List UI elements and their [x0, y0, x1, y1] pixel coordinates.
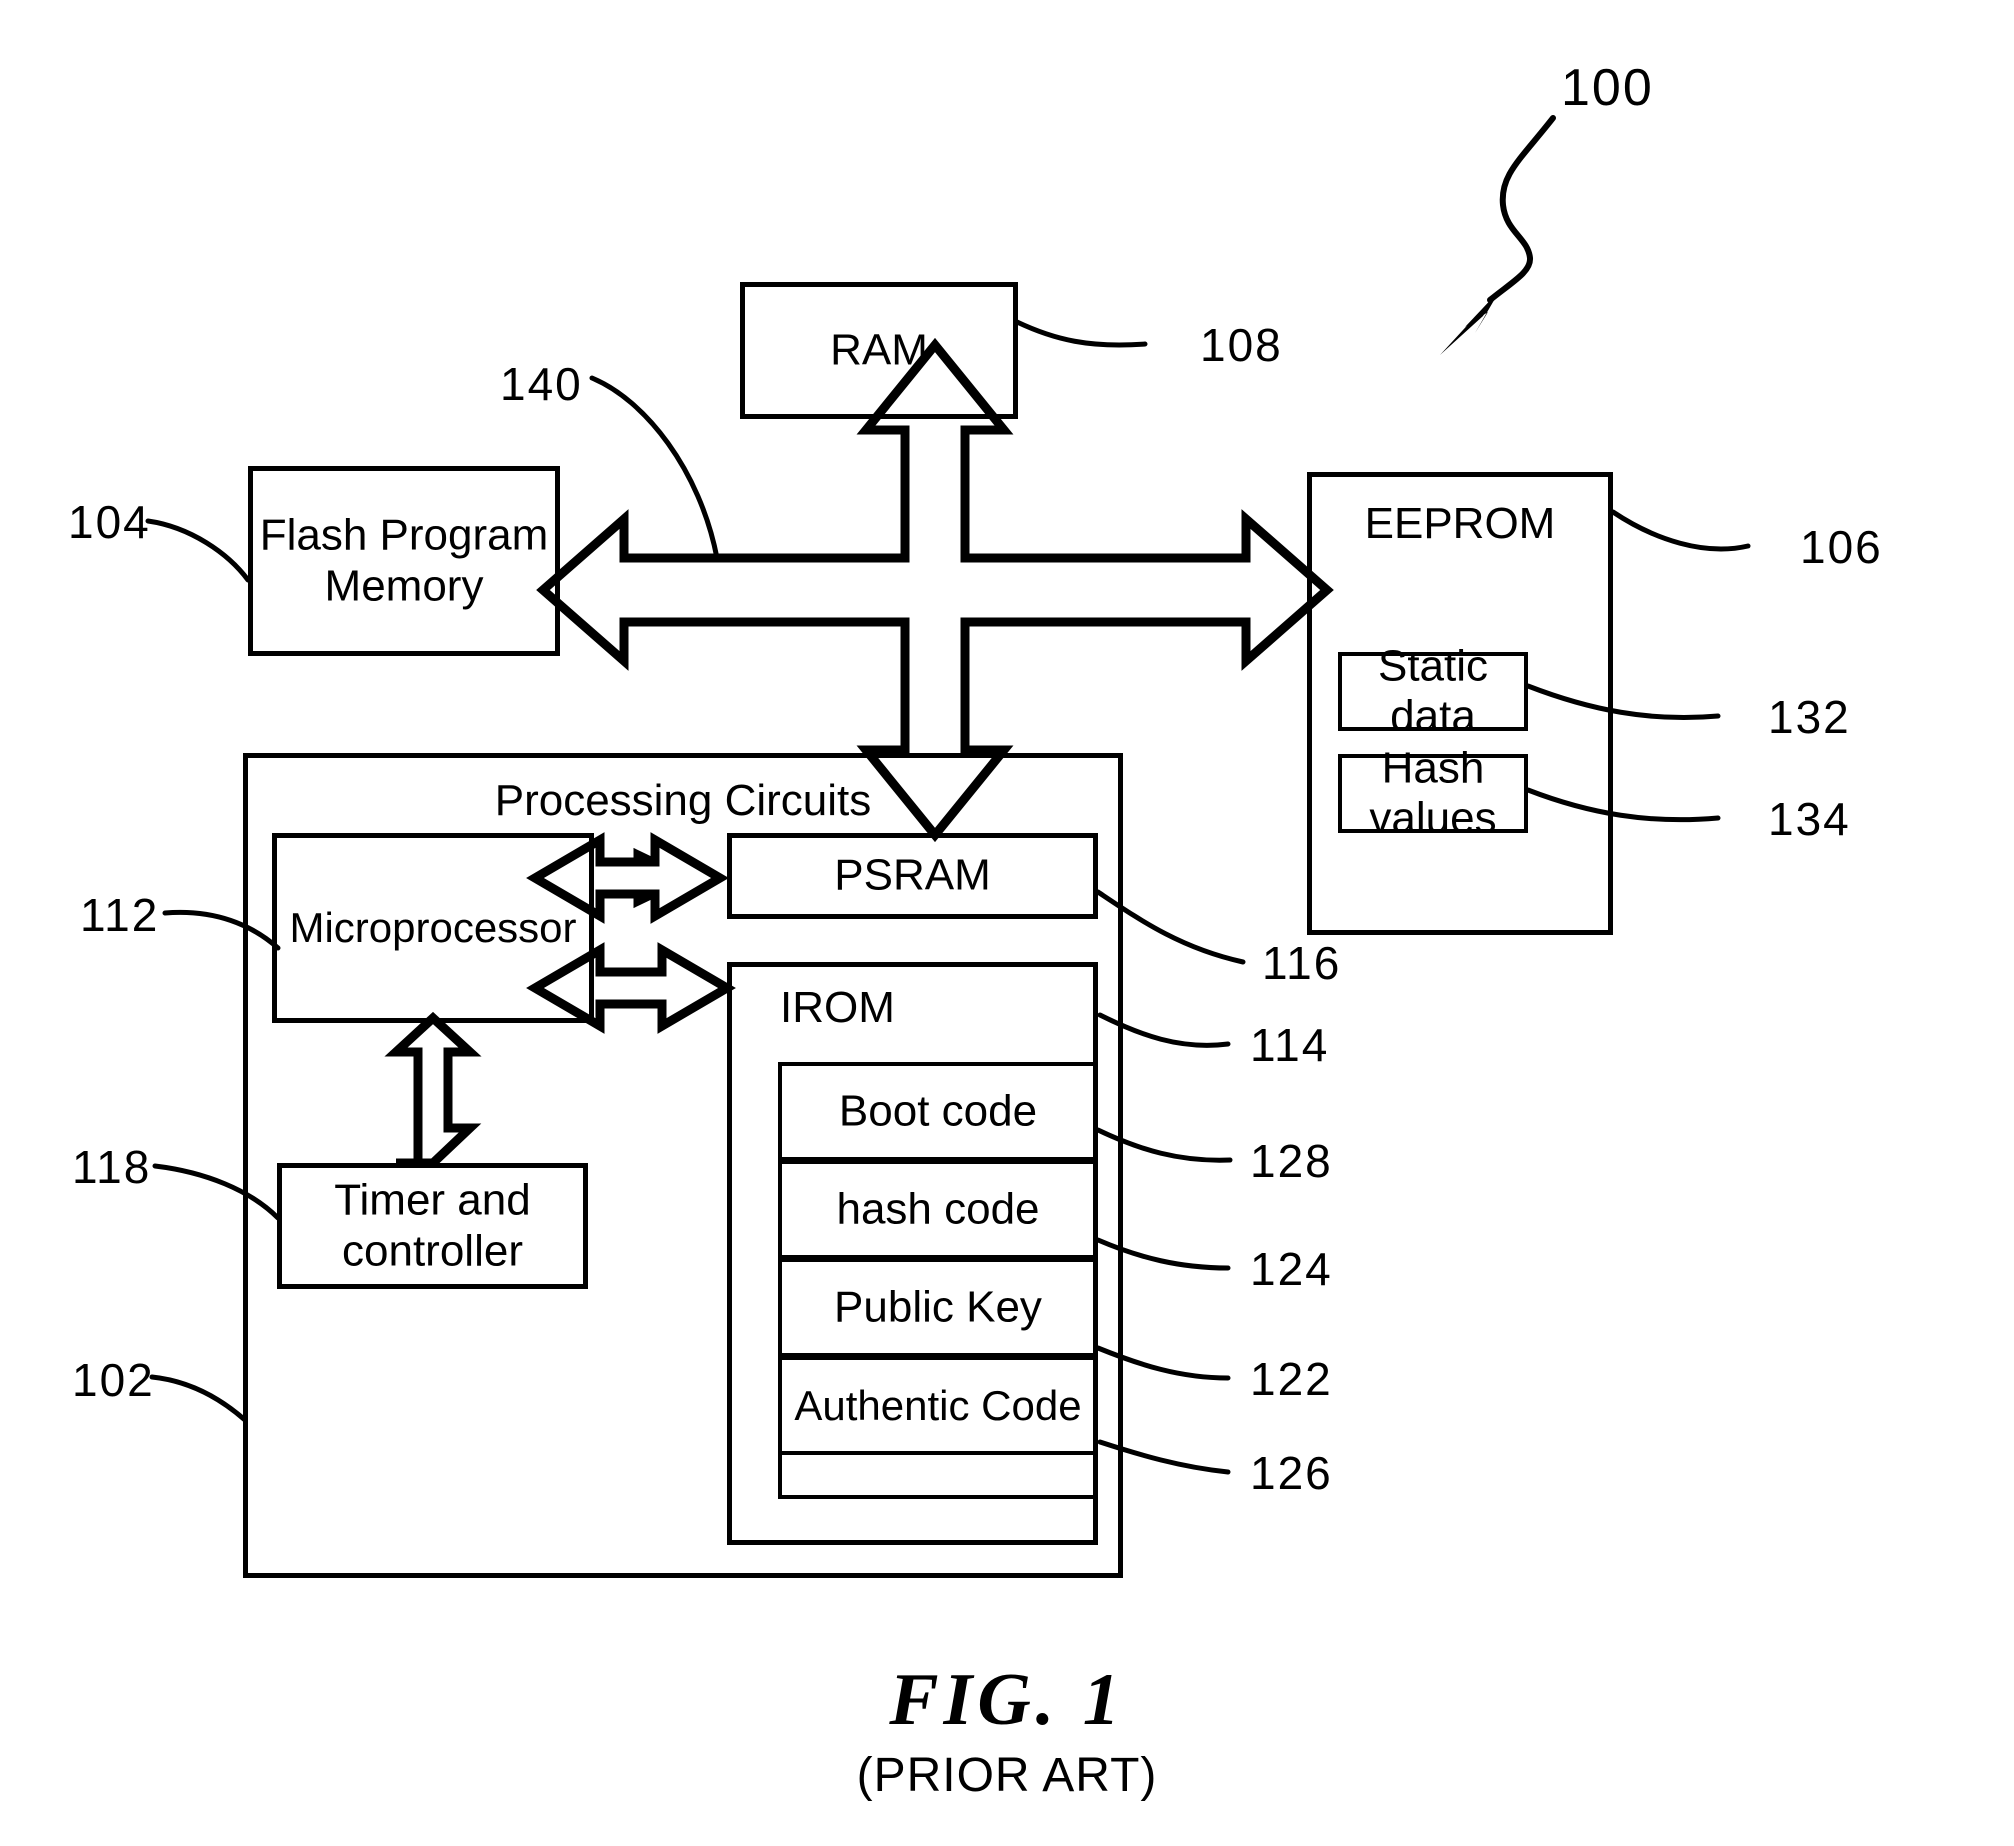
- block-timer-label-line2: controller: [342, 1226, 523, 1275]
- leader-100: [1487, 115, 1556, 303]
- block-flash-program-memory[interactable]: Flash Program Memory: [248, 466, 560, 656]
- leader-102: [149, 1374, 248, 1423]
- block-authentic-code[interactable]: Authentic Code: [778, 1356, 1098, 1455]
- block-authentic-code-label: Authentic Code: [794, 1381, 1082, 1429]
- ref-106: 106: [1800, 521, 1883, 573]
- ref-108: 108: [1200, 319, 1283, 371]
- leader-108: [1014, 319, 1148, 348]
- block-microprocessor-label: Microprocessor: [289, 903, 577, 951]
- figure-title: FIG. 1: [889, 1659, 1125, 1741]
- ref-122: 122: [1250, 1353, 1333, 1405]
- block-static-data[interactable]: Static data: [1338, 641, 1528, 741]
- ref-124: 124: [1250, 1243, 1333, 1295]
- block-microprocessor[interactable]: Microprocessor: [272, 833, 594, 1023]
- block-timer-and-controller[interactable]: Timer and controller: [277, 1163, 588, 1289]
- ref-116: 116: [1262, 937, 1342, 989]
- ref-100: 100: [1561, 59, 1654, 117]
- block-psram-label: PSRAM: [834, 850, 991, 900]
- block-public-key[interactable]: Public Key: [778, 1258, 1098, 1357]
- block-hash-code-label: hash code: [836, 1184, 1040, 1234]
- ref-114: 114: [1250, 1019, 1330, 1071]
- block-psram[interactable]: PSRAM: [727, 833, 1098, 919]
- block-flash-label: Flash Program Memory: [253, 510, 555, 611]
- block-boot-code[interactable]: Boot code: [778, 1062, 1098, 1161]
- ref-126: 126: [1250, 1447, 1333, 1499]
- block-timer-label: Timer and controller: [282, 1175, 583, 1276]
- leader-104: [145, 518, 251, 583]
- block-eeprom-label: EEPROM: [1364, 499, 1556, 548]
- ref-132: 132: [1768, 691, 1851, 743]
- block-static-data-label: Static data: [1377, 640, 1489, 741]
- block-ram[interactable]: RAM: [740, 282, 1018, 419]
- block-timer-label-line1: Timer and: [334, 1175, 531, 1225]
- block-hash-values-label: Hash values: [1369, 742, 1497, 843]
- figure-subtitle: (PRIOR ART): [856, 1749, 1158, 1802]
- block-ram-label: RAM: [830, 325, 928, 375]
- block-processing-circuits-label: Processing Circuits: [494, 776, 872, 825]
- patent-figure-page: RAM Flash Program Memory EEPROM Static d…: [0, 0, 2014, 1846]
- ref-134: 134: [1768, 793, 1851, 845]
- block-hash-code[interactable]: hash code: [778, 1160, 1098, 1259]
- block-flash-label-line1: Flash Program: [259, 510, 549, 560]
- ref-140: 140: [500, 358, 583, 410]
- ref-118: 118: [72, 1141, 152, 1193]
- block-flash-label-line2: Memory: [324, 561, 484, 610]
- ref-104: 104: [68, 496, 151, 548]
- block-public-key-label: Public Key: [834, 1282, 1042, 1332]
- ref-102: 102: [72, 1354, 155, 1406]
- block-boot-code-label: Boot code: [838, 1086, 1038, 1136]
- leader-106: [1610, 509, 1751, 552]
- block-irom-label: IROM: [780, 983, 895, 1032]
- ref-128: 128: [1250, 1135, 1333, 1187]
- block-hash-values[interactable]: Hash values: [1338, 743, 1528, 843]
- ref-112: 112: [80, 889, 160, 941]
